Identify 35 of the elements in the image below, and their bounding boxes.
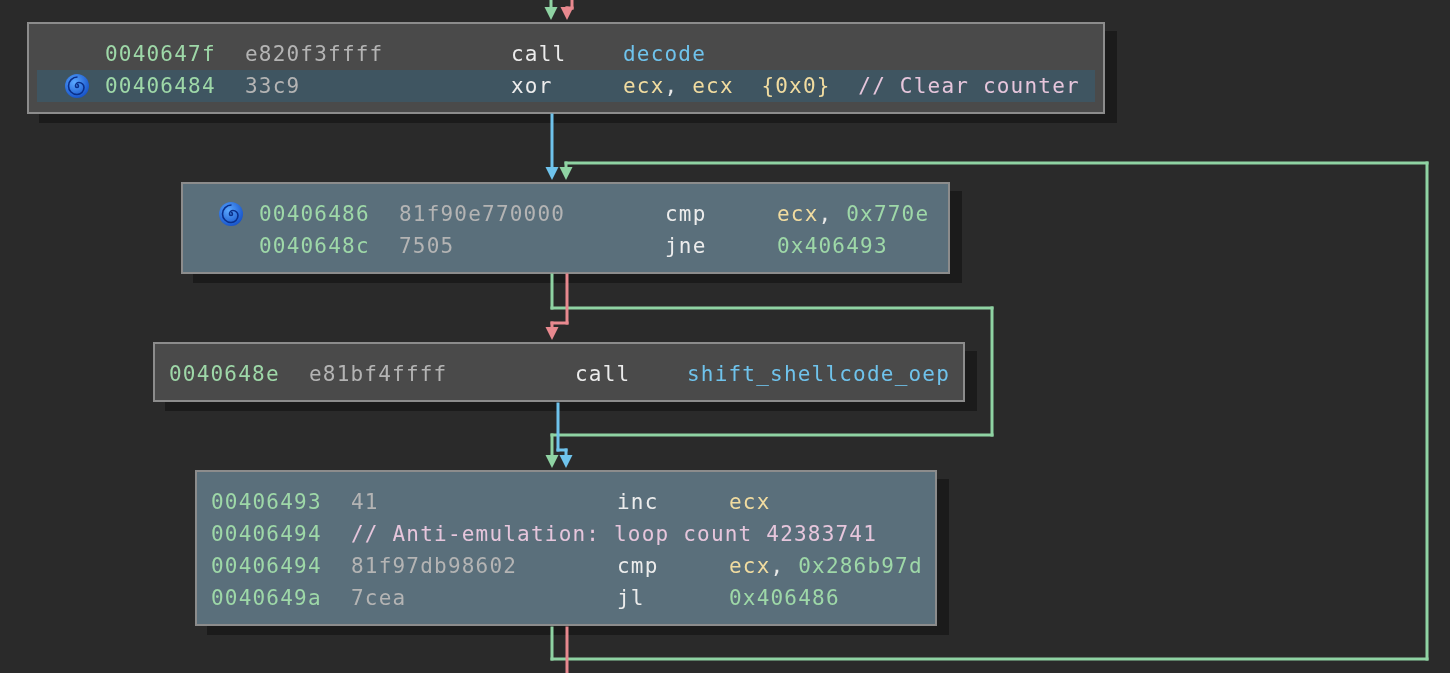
instruction-operands: ecx, ecx {0x0} // Clear counter <box>623 74 1080 98</box>
highlighted-row[interactable]: 00406484 33c9 xor ecx, ecx {0x0} // Clear counter <box>37 70 1095 102</box>
instruction-bytes: 81f90e770000 <box>399 202 567 226</box>
instruction-operands: ecx, 0x286b97d <box>729 554 923 578</box>
instruction-address: 0040648e <box>169 362 281 386</box>
instruction-bytes: 81f97db98602 <box>351 554 519 578</box>
instruction-bytes: e81bf4ffff <box>309 362 449 386</box>
instruction-bytes: 7cea <box>351 586 408 610</box>
instruction-mnemonic: cmp <box>617 554 660 578</box>
instruction-address: 00406493 <box>211 490 323 514</box>
instruction-mnemonic: call <box>511 42 568 66</box>
instruction-mnemonic: call <box>575 362 632 386</box>
instruction-operands: decode <box>623 42 707 66</box>
instruction-address: 00406494 <box>211 522 323 546</box>
instruction-mnemonic: jne <box>665 234 708 258</box>
instruction-address: 00406486 <box>259 202 371 226</box>
instruction-operands: 0x406493 <box>777 234 888 258</box>
instruction-bytes: e820f3ffff <box>245 42 385 66</box>
instruction-mnemonic: cmp <box>665 202 708 226</box>
instruction-mnemonic: inc <box>617 490 660 514</box>
instruction-bytes: 41 <box>351 490 380 514</box>
instruction-address: 0040647f <box>105 42 217 66</box>
instruction-address: 00406494 <box>211 554 323 578</box>
instruction-operands: ecx <box>729 490 771 514</box>
instruction-operands: shift_shellcode_oep <box>687 362 951 386</box>
instruction-operands: 0x406486 <box>729 586 840 610</box>
instruction-bytes: 33c9 <box>245 74 302 98</box>
code-comment: // Anti-emulation: loop count 42383741 <box>351 522 878 546</box>
instruction-bytes: 7505 <box>399 234 456 258</box>
instruction-mnemonic: jl <box>617 586 646 610</box>
instruction-address: 0040649a <box>211 586 323 610</box>
instruction-address: 0040648c <box>259 234 371 258</box>
instruction-operands: ecx, 0x770e <box>777 202 930 226</box>
instruction-mnemonic: xor <box>511 74 554 98</box>
instruction-address: 00406484 <box>105 74 217 98</box>
